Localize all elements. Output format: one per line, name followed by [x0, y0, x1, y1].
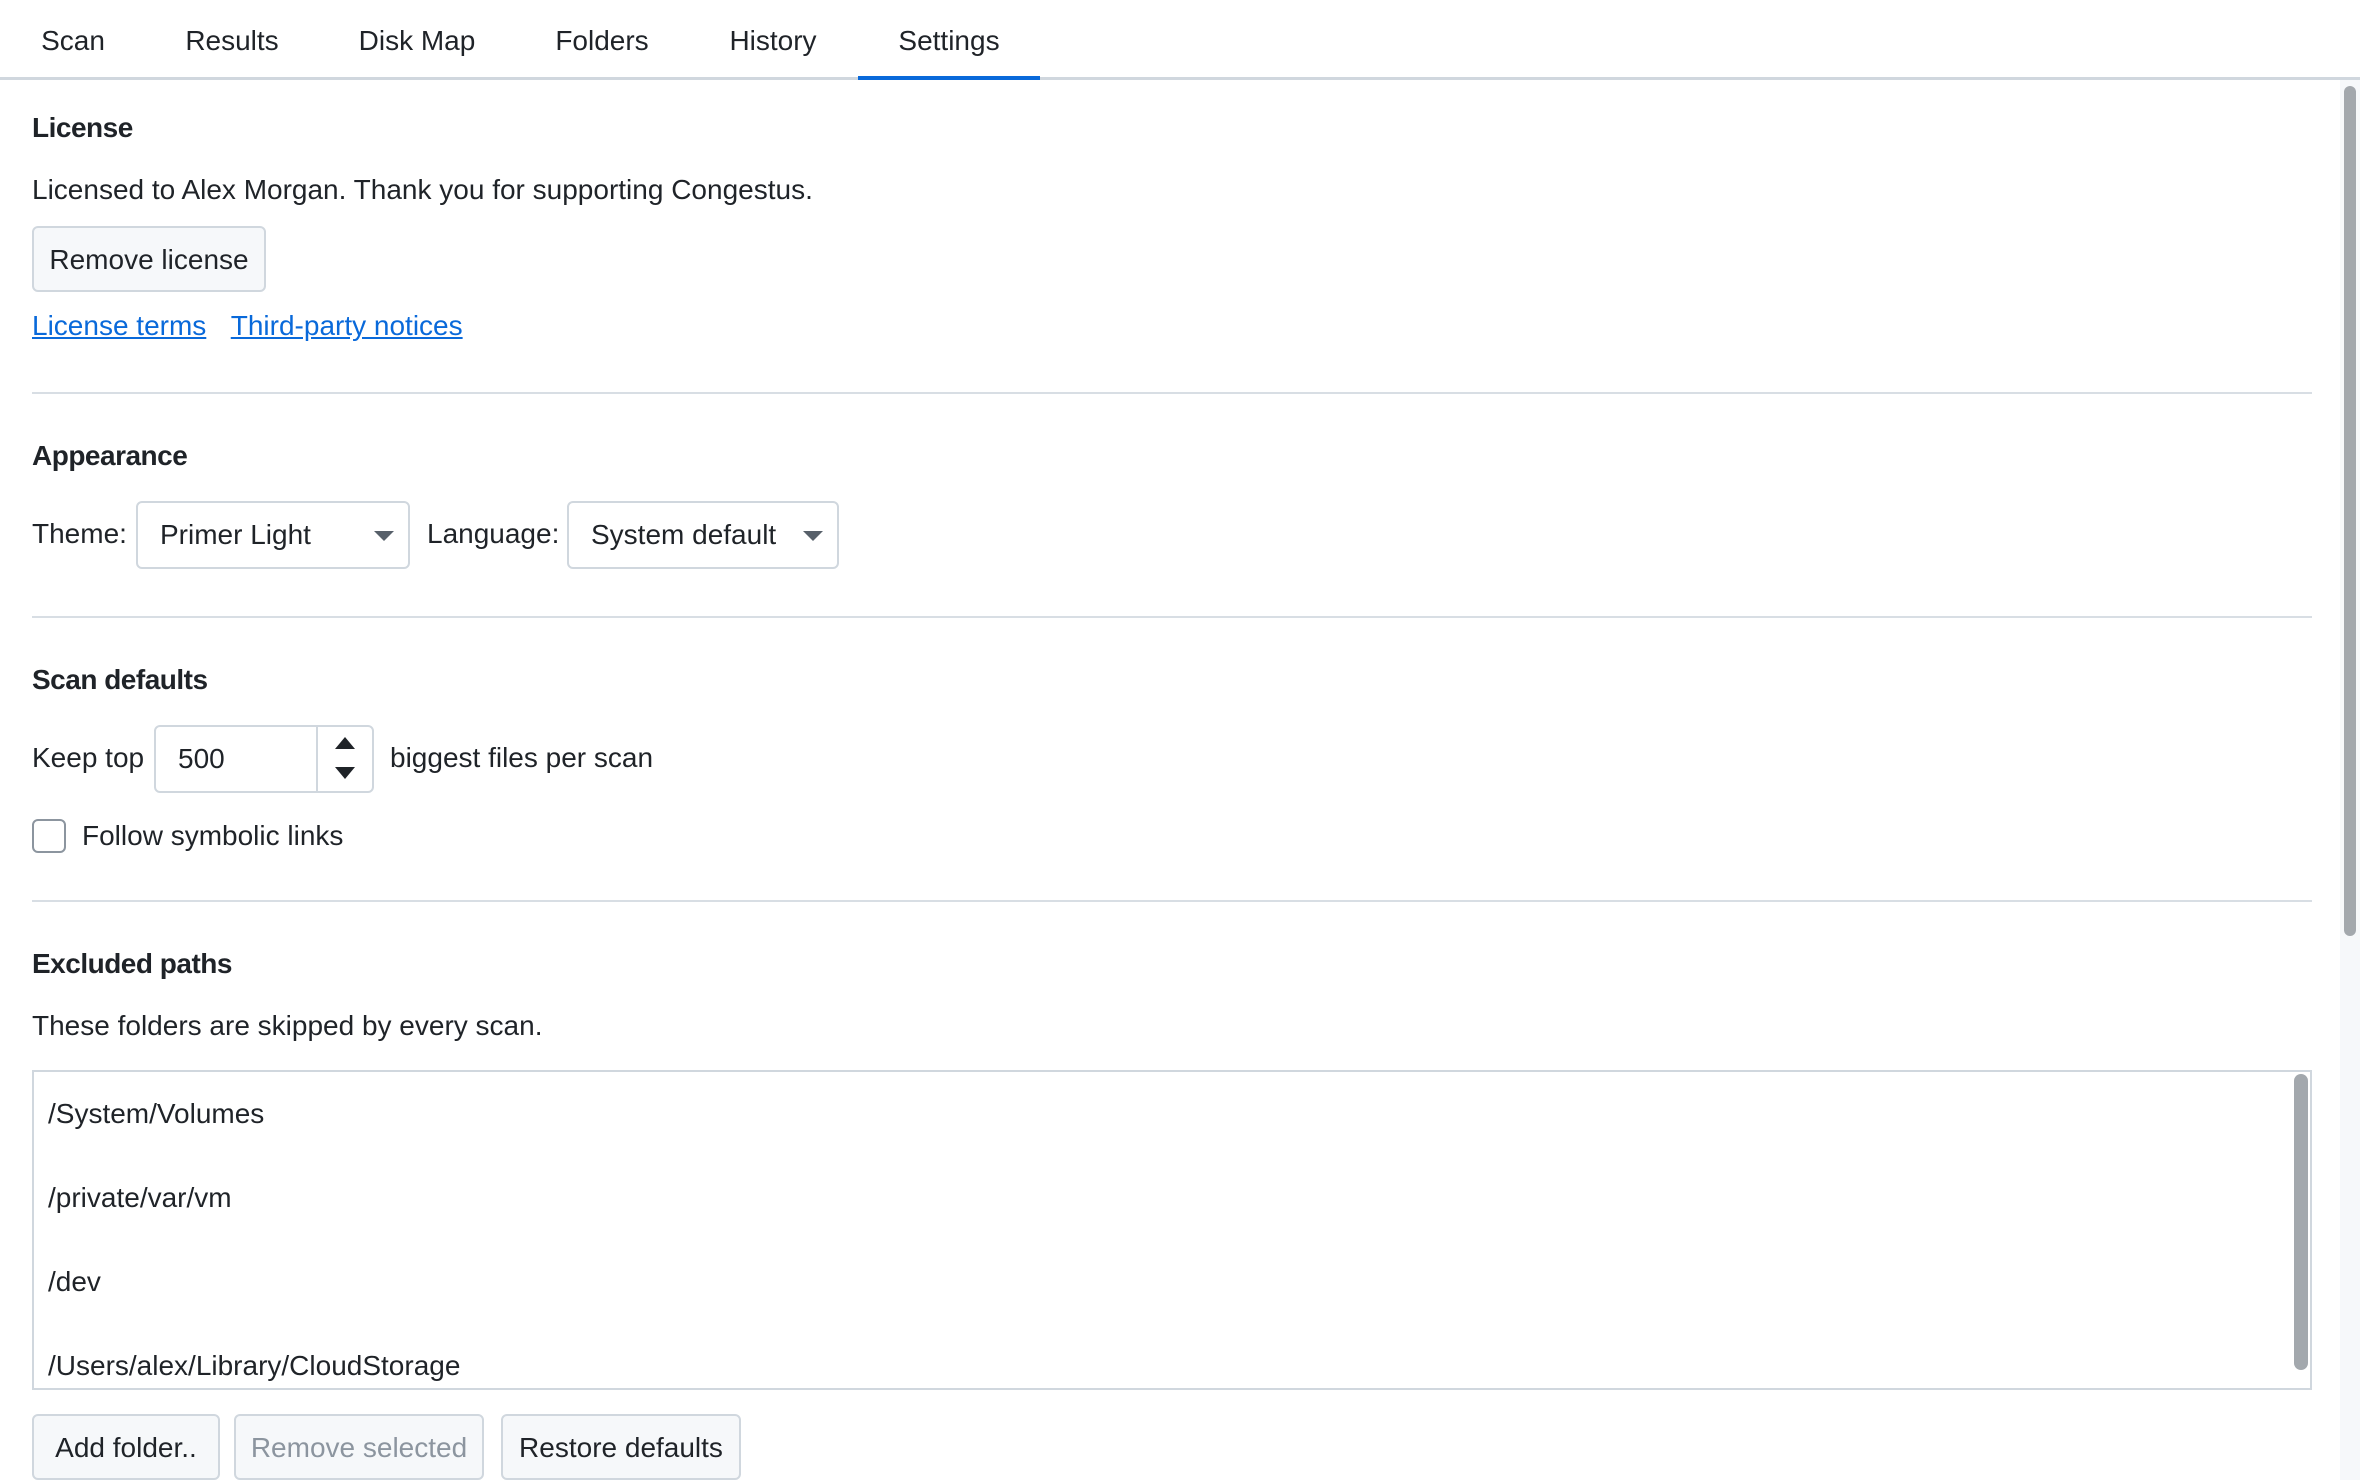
page-scrollbar-thumb[interactable] — [2344, 86, 2356, 936]
language-select[interactable]: System default — [567, 501, 839, 569]
license-terms-link[interactable]: License terms — [32, 310, 206, 341]
remove-license-button[interactable]: Remove license — [32, 226, 266, 292]
tab-disk-map[interactable]: Disk Map — [352, 0, 482, 80]
follow-symlinks-label: Follow symbolic links — [82, 820, 344, 851]
keep-top-suffix: biggest files per scan — [390, 742, 654, 773]
keep-top-stepper[interactable]: 500 — [154, 725, 374, 793]
theme-label: Theme: — [32, 518, 127, 549]
keep-top-label: Keep top — [32, 742, 145, 773]
section-divider — [32, 392, 2312, 394]
chevron-down-icon — [374, 531, 394, 541]
chevron-down-icon — [803, 531, 823, 541]
tab-results[interactable]: Results — [180, 0, 284, 80]
list-item[interactable]: /System/Volumes — [48, 1094, 2248, 1134]
excluded-paths-description: These folders are skipped by every scan. — [32, 1010, 543, 1041]
keep-top-value: 500 — [178, 743, 225, 774]
list-scrollbar-thumb[interactable] — [2294, 1074, 2308, 1370]
arrow-down-icon[interactable] — [335, 767, 355, 779]
follow-symlinks-checkbox[interactable] — [32, 819, 66, 853]
excluded-paths-heading: Excluded paths — [32, 948, 232, 979]
tab-history[interactable]: History — [720, 0, 826, 80]
language-select-value: System default — [591, 519, 777, 550]
appearance-heading: Appearance — [32, 440, 188, 471]
theme-select-value: Primer Light — [160, 519, 311, 550]
settings-panel: License Licensed to Alex Morgan. Thank y… — [0, 80, 2340, 1480]
add-folder-button[interactable]: Add folder.. — [32, 1414, 220, 1480]
tab-bar: Scan Results Disk Map Folders History Se… — [0, 0, 2360, 80]
remove-selected-button[interactable]: Remove selected — [234, 1414, 484, 1480]
list-item[interactable]: /private/var/vm — [48, 1178, 2248, 1218]
scan-defaults-heading: Scan defaults — [32, 664, 208, 695]
page-scrollbar[interactable] — [2340, 80, 2360, 1480]
stepper-buttons — [316, 727, 372, 791]
excluded-paths-list[interactable]: /System/Volumes /private/var/vm /dev /Us… — [32, 1070, 2312, 1390]
list-item[interactable]: /Users/alex/Library/CloudStorage — [48, 1346, 2248, 1386]
list-item[interactable]: /dev — [48, 1262, 2248, 1302]
tab-settings[interactable]: Settings — [858, 0, 1040, 80]
third-party-notices-link[interactable]: Third-party notices — [231, 310, 463, 341]
arrow-up-icon[interactable] — [335, 737, 355, 749]
restore-defaults-button[interactable]: Restore defaults — [501, 1414, 741, 1480]
license-links: License terms Third-party notices — [32, 310, 463, 342]
tab-folders[interactable]: Folders — [548, 0, 656, 80]
theme-select[interactable]: Primer Light — [136, 501, 410, 569]
section-divider — [32, 900, 2312, 902]
tab-scan[interactable]: Scan — [30, 0, 116, 80]
license-status-text: Licensed to Alex Morgan. Thank you for s… — [32, 174, 813, 205]
license-heading: License — [32, 112, 133, 143]
section-divider — [32, 616, 2312, 618]
language-label: Language: — [427, 518, 560, 549]
